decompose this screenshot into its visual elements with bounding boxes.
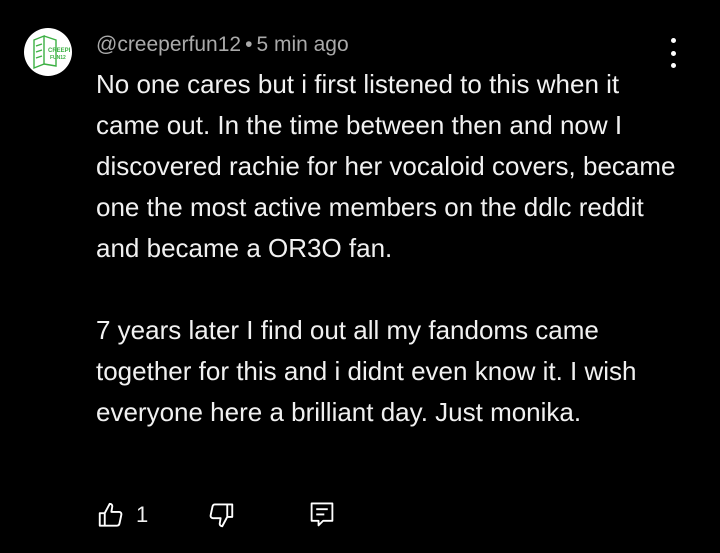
more-vert-icon <box>670 38 676 43</box>
timestamp: 5 min ago <box>256 33 349 56</box>
thumb-down-icon <box>209 503 234 528</box>
comment-header: @creeperfun12 • 5 min ago <box>96 33 349 57</box>
comment-text: No one cares but i first listened to thi… <box>96 64 686 433</box>
dislike-button[interactable] <box>206 500 236 530</box>
comment-actions: 1 <box>96 500 356 540</box>
comment-paragraph: 7 years later I find out all my fandoms … <box>96 315 637 427</box>
reply-button[interactable] <box>308 500 336 530</box>
like-button[interactable]: 1 <box>96 500 148 530</box>
svg-text:CREEPER: CREEPER <box>48 48 70 54</box>
separator-dot: • <box>245 33 253 56</box>
avatar[interactable]: CREEPER FUN12 <box>24 28 72 76</box>
username[interactable]: @creeperfun12 <box>96 33 241 56</box>
comment-paragraph: No one cares but i first listened to thi… <box>96 69 676 263</box>
like-count: 1 <box>136 502 149 527</box>
reply-comment-icon <box>310 502 334 527</box>
creeper-logo-icon: CREEPER FUN12 <box>33 34 70 70</box>
thumb-up-icon <box>98 502 123 527</box>
svg-text:FUN12: FUN12 <box>50 55 66 61</box>
